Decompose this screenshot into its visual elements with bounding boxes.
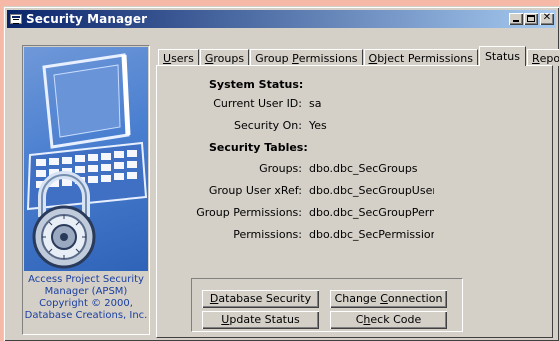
tab-status[interactable]: Status [478, 46, 526, 66]
tab-group-permissions-mnemonic: P [292, 51, 299, 65]
change-connection-label: onnection [387, 292, 443, 305]
caption-line-4: Database Creations, Inc. [24, 310, 148, 321]
form-client-area: Access Project Security Manager (APSM) C… [8, 31, 559, 338]
tab-reports-mnemonic: R [532, 51, 540, 65]
database-security-label: atabase Security [218, 292, 312, 305]
close-button[interactable]: ✕ [540, 12, 554, 25]
caption-line-2: Manager (APSM) [44, 286, 128, 297]
maximize-icon [527, 15, 535, 22]
database-security-button[interactable]: Database Security [202, 290, 319, 308]
security-on-value: Yes [309, 119, 327, 132]
tab-reports[interactable]: Reports [527, 49, 559, 66]
laptop-padlock-icon [26, 53, 148, 269]
security-on-label: Security On: [233, 119, 302, 132]
minimize-icon [513, 20, 519, 22]
groups-table-value: dbo.dbc_SecGroups [309, 162, 418, 175]
app-caption: Access Project Security Manager (APSM) C… [23, 274, 149, 322]
maximize-button[interactable] [524, 13, 538, 25]
tab-strip: Users Groups Group Permissions Object Pe… [158, 45, 559, 66]
security-tables-heading: Security Tables: [209, 141, 308, 154]
caption-line-1: Access Project Security [28, 274, 144, 285]
group-permissions-value: dbo.dbc_SecGroupPermissior [309, 206, 434, 219]
group-user-xref-label: Group User xRef: [208, 184, 302, 197]
security-manager-window: Security Manager ✕ Access Project Securi… [3, 6, 559, 341]
window-controls: ✕ [508, 12, 554, 25]
tab-groups-label: roups [213, 51, 245, 65]
tab-object-permissions-mnemonic: O [368, 51, 378, 65]
current-user-value: sa [309, 97, 322, 110]
check-code-label: eck Code [370, 313, 422, 326]
permissions-table-label: Permissions: [233, 228, 302, 241]
close-icon: ✕ [542, 12, 552, 23]
change-connection-mnemonic: C [380, 292, 388, 305]
change-connection-button[interactable]: Change Connection [330, 290, 447, 308]
caption-line-3: Copyright © 2000, [39, 298, 133, 309]
status-tab-page: System Status: Current User ID: sa Secur… [156, 65, 553, 338]
window-title: Security Manager [26, 12, 148, 26]
group-user-xref-value: dbo.dbc_SecGroupUser [309, 184, 434, 197]
tab-object-permissions-label: bject Permissions [377, 51, 473, 65]
tab-users-label: sers [171, 51, 194, 65]
minimize-button[interactable] [509, 13, 523, 25]
group-permissions-label: Group Permissions: [196, 206, 302, 219]
tab-reports-label: eports [539, 51, 559, 65]
permissions-table-value: dbo.dbc_SecPermissions [309, 228, 434, 241]
tab-status-label: Status [484, 50, 520, 63]
tab-users[interactable]: Users [158, 49, 199, 66]
system-status-heading: System Status: [209, 78, 304, 91]
tab-groups[interactable]: Groups [199, 49, 250, 66]
tab-groups-mnemonic: G [204, 51, 214, 65]
tab-object-permissions[interactable]: Object Permissions [363, 49, 478, 66]
groups-table-label: Groups: [259, 162, 302, 175]
change-connection-pre: Change [334, 292, 381, 305]
tab-group-permissions-pre: Group [255, 51, 293, 65]
action-button-frame: Database Security Change Connection Upda… [191, 278, 463, 332]
tab-group-permissions[interactable]: Group Permissions [250, 49, 363, 66]
update-status-label: pdate Status [229, 313, 300, 326]
current-user-label: Current User ID: [213, 97, 302, 110]
laptop-padlock-illustration [24, 47, 148, 271]
check-code-button[interactable]: Check Code [330, 311, 447, 329]
title-bar[interactable]: Security Manager ✕ [7, 10, 556, 28]
branding-panel: Access Project Security Manager (APSM) C… [22, 45, 150, 335]
tab-group-permissions-label: ermissions [298, 51, 358, 65]
tab-users-mnemonic: U [163, 51, 172, 65]
form-app-icon[interactable] [10, 14, 22, 24]
update-status-button[interactable]: Update Status [202, 311, 319, 329]
